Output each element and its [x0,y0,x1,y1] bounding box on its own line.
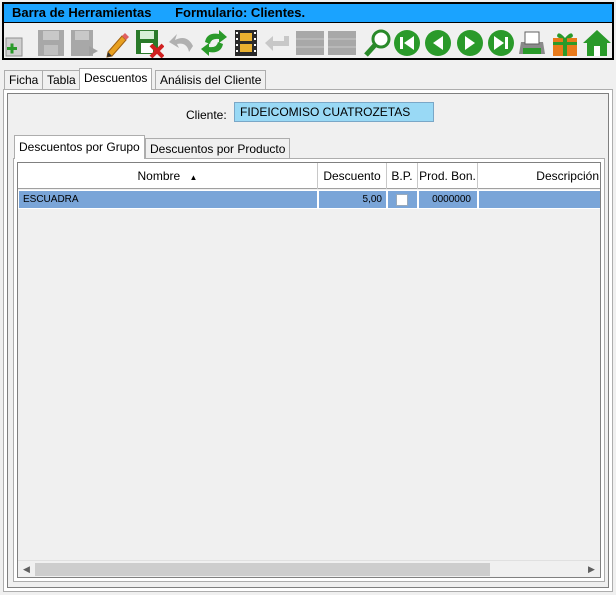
search-icon[interactable] [363,28,393,58]
cell-bp[interactable] [387,190,418,209]
back-disabled-icon[interactable] [263,28,293,58]
sub-tabs: Descuentos por Grupo Descuentos por Prod… [14,135,604,159]
client-label: Cliente: [186,108,227,122]
horizontal-scrollbar[interactable]: ◀ ▶ [18,560,600,577]
table-row[interactable]: ESCUADRA 5,00 0000000 [18,190,600,209]
tab-analisis-del-cliente[interactable]: Análisis del Cliente [155,70,267,89]
tab-ficha[interactable]: Ficha [4,70,44,89]
film-icon[interactable] [231,28,261,58]
scroll-right-icon[interactable]: ▶ [583,561,600,577]
cell-descripcion[interactable] [478,190,600,209]
column-header-prod-bon[interactable]: Prod. Bon. [418,163,478,189]
tab-descuentos-por-producto[interactable]: Descuentos por Producto [145,138,291,158]
cell-descuento[interactable]: 5,00 [318,190,387,209]
tab-descuentos[interactable]: Descuentos [79,68,153,90]
refresh-icon[interactable] [199,28,229,58]
save-delete-icon[interactable] [134,28,164,58]
discounts-grid: Nombre ▲ Descuento B.P. Prod. Bon. Descr… [17,162,601,578]
column-header-descuento[interactable]: Descuento [318,163,387,189]
window: Barra de Herramientas Formulario: Client… [0,0,616,595]
tab-tabla[interactable]: Tabla [42,70,81,89]
undo-disabled-icon[interactable] [167,28,197,58]
tab-descuentos-por-grupo[interactable]: Descuentos por Grupo [14,135,145,159]
column-label-nombre: Nombre [137,169,181,183]
save-disabled-icon[interactable] [36,28,66,58]
sort-ascending-icon: ▲ [189,173,198,182]
scroll-left-icon[interactable]: ◀ [18,561,35,577]
column-header-descripcion[interactable]: Descripción [478,163,600,189]
scroll-thumb[interactable] [35,563,490,576]
home-icon[interactable] [582,28,612,58]
toolbar: Barra de Herramientas Formulario: Client… [2,2,614,60]
previous-icon[interactable] [423,28,453,58]
column-header-nombre[interactable]: Nombre ▲ [18,163,318,189]
gift-icon[interactable] [550,28,580,58]
add-icon[interactable] [4,28,34,58]
edit-icon[interactable] [102,28,132,58]
cell-prod-bon[interactable]: 0000000 [418,190,478,209]
column-header-bp[interactable]: B.P. [387,163,418,189]
grid2-disabled-icon[interactable] [327,28,357,58]
next-icon[interactable] [455,28,485,58]
descuentos-panel: Cliente: FIDEICOMISO CUATROZETAS Descuen… [3,89,613,592]
print-icon[interactable] [517,28,547,58]
client-field[interactable]: FIDEICOMISO CUATROZETAS [234,102,434,122]
grid-container: Nombre ▲ Descuento B.P. Prod. Bon. Descr… [13,158,605,582]
last-icon[interactable] [486,28,516,58]
cell-nombre[interactable]: ESCUADRA [18,190,318,209]
grid-disabled-icon[interactable] [295,28,325,58]
toolbar-icons [4,25,612,59]
grid-header: Nombre ▲ Descuento B.P. Prod. Bon. Descr… [18,163,600,189]
save-as-disabled-icon[interactable] [69,28,99,58]
toolbar-title-bar: Barra de Herramientas Formulario: Client… [4,4,612,23]
toolbar-title: Barra de Herramientas [12,5,152,20]
descuentos-inner-panel: Cliente: FIDEICOMISO CUATROZETAS Descuen… [7,93,609,588]
first-icon[interactable] [392,28,422,58]
bp-checkbox[interactable] [396,194,408,206]
form-title: Formulario: Clientes. [175,5,306,20]
